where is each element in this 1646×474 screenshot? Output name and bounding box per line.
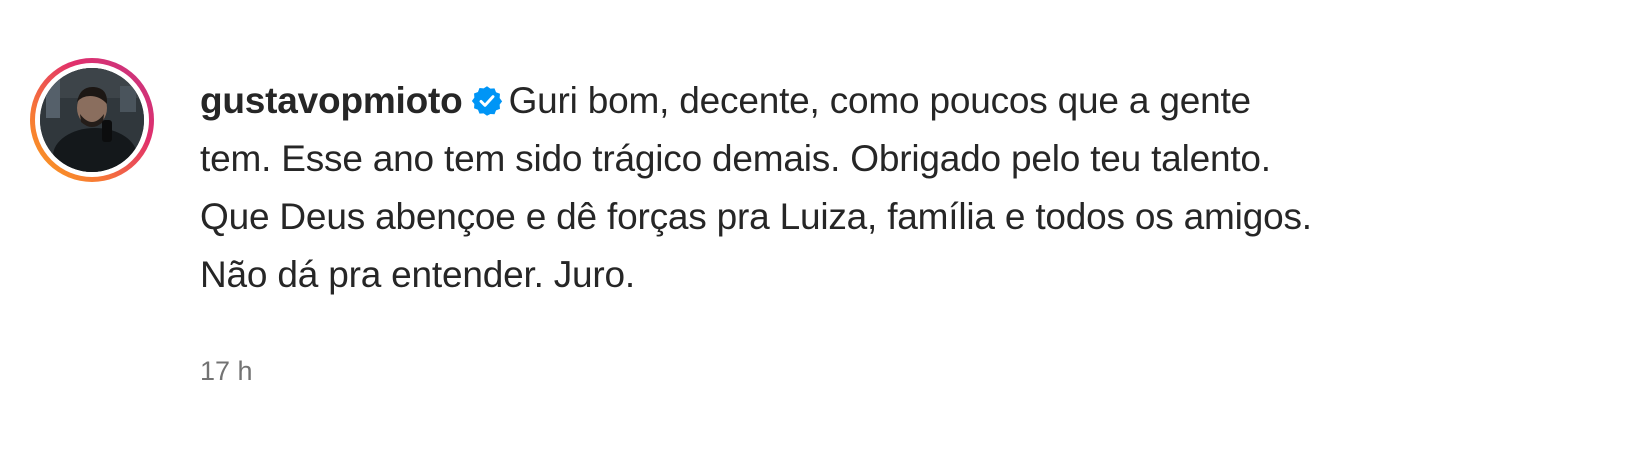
comment-text-line: tem. Esse ano tem sido trágico demais. O… bbox=[200, 138, 1271, 179]
verified-badge-icon bbox=[471, 86, 502, 116]
avatar[interactable] bbox=[40, 68, 144, 172]
avatar-ring-gap bbox=[35, 63, 149, 177]
comment-text-line: Guri bom, decente, como poucos que a gen… bbox=[508, 80, 1252, 121]
comment-text-line: Que Deus abençoe e dê forças pra Luiza, … bbox=[200, 196, 1312, 237]
username-link[interactable]: gustavopmioto bbox=[200, 80, 463, 121]
comment-timestamp[interactable]: 17 h bbox=[200, 356, 253, 387]
profile-photo bbox=[40, 68, 144, 172]
comment-line-1: gustavopmioto Guri bom, decente, como pou… bbox=[200, 72, 1640, 130]
comment: gustavopmioto Guri bom, decente, como pou… bbox=[0, 0, 1646, 474]
comment-text-line: Não dá pra entender. Juro. bbox=[200, 254, 635, 295]
avatar-story-ring[interactable] bbox=[30, 58, 154, 182]
comment-body: gustavopmioto Guri bom, decente, como pou… bbox=[200, 72, 1640, 304]
